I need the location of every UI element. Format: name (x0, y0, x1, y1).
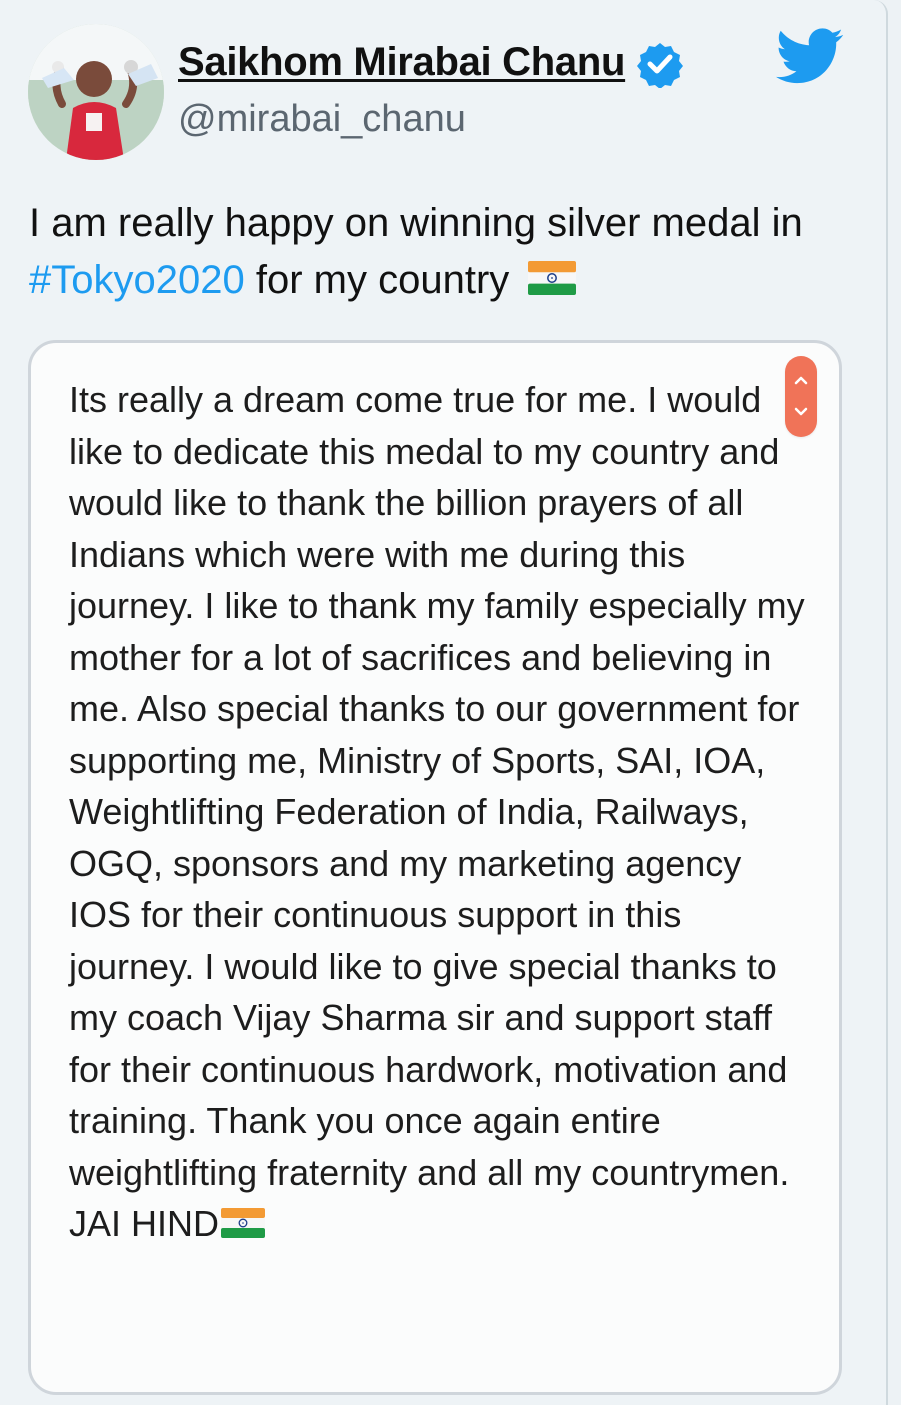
hashtag-link[interactable]: #Tokyo2020 (29, 258, 245, 302)
author-name[interactable]: Saikhom Mirabai Chanu (178, 40, 625, 85)
twitter-bird-icon[interactable] (776, 28, 844, 86)
scroll-arrows-icon (794, 376, 808, 416)
india-flag-icon (221, 1208, 266, 1238)
avatar-photo (28, 24, 164, 160)
statement-body: Its really a dream come true for me. I w… (69, 379, 805, 1244)
india-flag-icon (528, 261, 577, 295)
verified-badge-icon (637, 43, 683, 88)
tweet-card: Saikhom Mirabai Chanu @mirabai_chanu I a… (0, 0, 888, 1405)
tweet-text-after: for my country (255, 258, 510, 302)
author-avatar[interactable] (28, 24, 164, 160)
author-handle[interactable]: @mirabai_chanu (178, 98, 466, 141)
scroll-handle-icon[interactable] (785, 356, 817, 437)
tweet-text: I am really happy on winning silver meda… (29, 195, 849, 309)
tweet-text-before: I am really happy on winning silver meda… (29, 201, 803, 245)
statement-box[interactable]: Its really a dream come true for me. I w… (28, 340, 842, 1395)
statement-text: Its really a dream come true for me. I w… (69, 374, 811, 1250)
